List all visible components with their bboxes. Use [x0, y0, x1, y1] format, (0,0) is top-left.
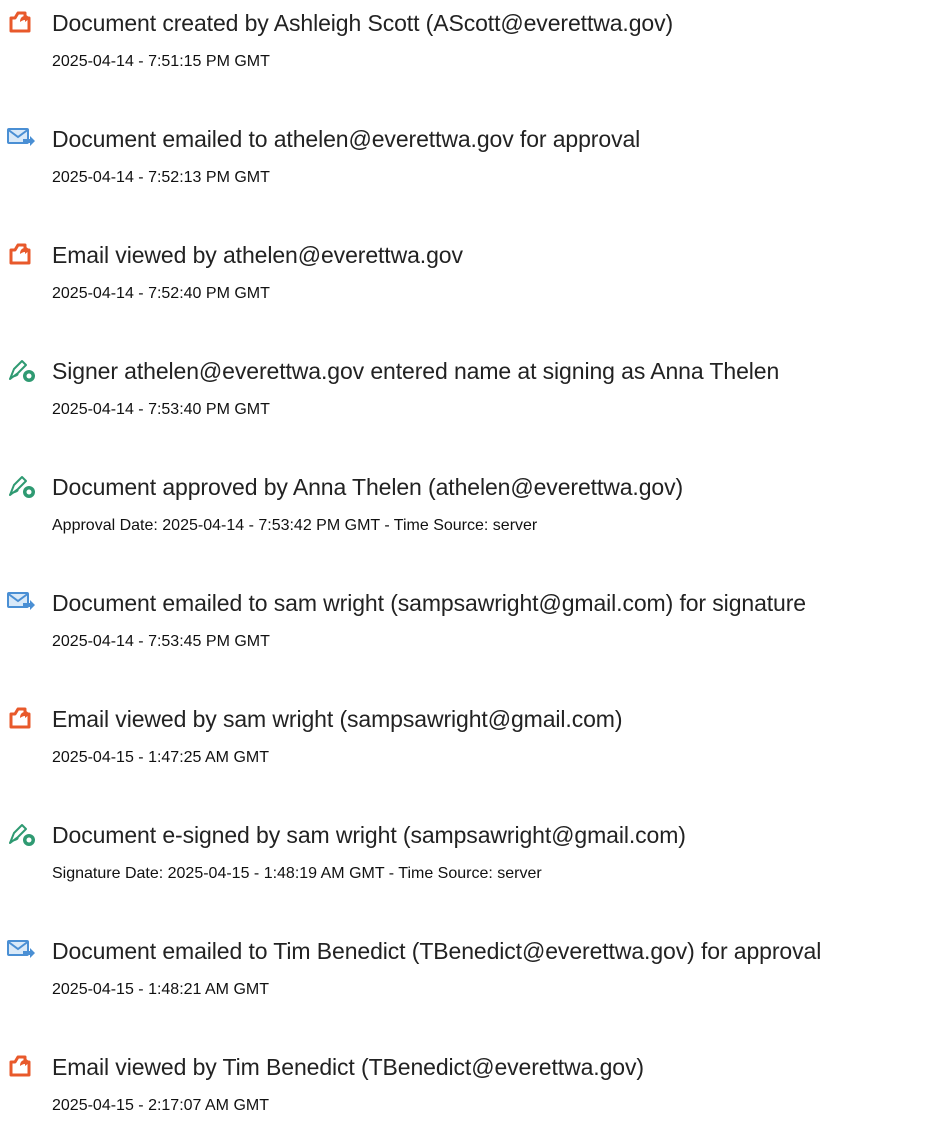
event-timestamp: 2025-04-14 - 7:51:15 PM GMT	[52, 53, 270, 70]
event-title: Document emailed to athelen@everettwa.go…	[52, 126, 641, 152]
audit-event: Signer athelen@everettwa.gov entered nam…	[0, 348, 951, 428]
event-timestamp: Signature Date: 2025-04-15 - 1:48:19 AM …	[52, 865, 542, 882]
pen-sign-icon	[6, 821, 36, 847]
pdf-document-icon	[6, 1053, 36, 1079]
event-title: Document approved by Anna Thelen (athele…	[52, 474, 684, 500]
pdf-document-icon	[6, 241, 36, 267]
event-title: Email viewed by Tim Benedict (TBenedict@…	[52, 1054, 644, 1080]
pen-sign-icon	[6, 473, 36, 499]
pdf-document-icon	[6, 9, 36, 35]
audit-event: Document emailed to Tim Benedict (TBened…	[0, 928, 951, 1008]
pdf-document-icon	[6, 705, 36, 731]
event-timestamp: Approval Date: 2025-04-14 - 7:53:42 PM G…	[52, 517, 538, 534]
event-timestamp: 2025-04-14 - 7:52:40 PM GMT	[52, 285, 270, 302]
audit-event: Document e-signed by sam wright (sampsaw…	[0, 812, 951, 892]
event-title: Document created by Ashleigh Scott (ASco…	[52, 10, 674, 36]
event-title: Email viewed by athelen@everettwa.gov	[52, 242, 463, 268]
event-title: Email viewed by sam wright (sampsawright…	[52, 706, 623, 732]
event-timestamp: 2025-04-15 - 2:17:07 AM GMT	[52, 1097, 269, 1114]
event-title: Signer athelen@everettwa.gov entered nam…	[52, 358, 780, 384]
audit-event: Email viewed by Tim Benedict (TBenedict@…	[0, 1044, 951, 1124]
event-title: Document emailed to sam wright (sampsawr…	[52, 590, 806, 616]
event-timestamp: 2025-04-15 - 1:47:25 AM GMT	[52, 749, 269, 766]
event-title: Document e-signed by sam wright (sampsaw…	[52, 822, 686, 848]
audit-event: Document emailed to sam wright (sampsawr…	[0, 580, 951, 660]
pen-sign-icon	[6, 357, 36, 383]
event-timestamp: 2025-04-14 - 7:53:45 PM GMT	[52, 633, 270, 650]
audit-event: Email viewed by athelen@everettwa.gov 20…	[0, 232, 951, 312]
email-send-icon	[6, 125, 36, 151]
event-timestamp: 2025-04-15 - 1:48:21 AM GMT	[52, 981, 269, 998]
audit-event: Document emailed to athelen@everettwa.go…	[0, 116, 951, 196]
audit-event: Document created by Ashleigh Scott (ASco…	[0, 0, 951, 80]
email-send-icon	[6, 589, 36, 615]
email-send-icon	[6, 937, 36, 963]
audit-event: Email viewed by sam wright (sampsawright…	[0, 696, 951, 776]
event-timestamp: 2025-04-14 - 7:53:40 PM GMT	[52, 401, 270, 418]
audit-event: Document approved by Anna Thelen (athele…	[0, 464, 951, 544]
event-timestamp: 2025-04-14 - 7:52:13 PM GMT	[52, 169, 270, 186]
event-title: Document emailed to Tim Benedict (TBened…	[52, 938, 822, 964]
